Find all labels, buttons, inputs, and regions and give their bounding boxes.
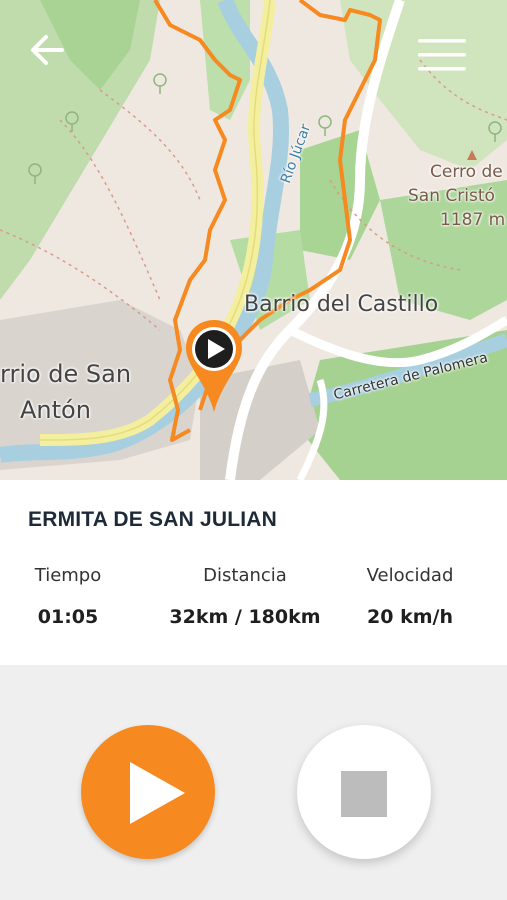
speed-value: 20 km/h	[367, 606, 453, 628]
barrio-castillo-label: Barrio del Castillo	[244, 292, 439, 317]
time-value: 01:05	[37, 606, 99, 628]
cerro-label-1: Cerro de	[430, 162, 503, 182]
stop-icon	[341, 771, 387, 817]
cerro-label-2: San Cristó	[408, 186, 495, 206]
hamburger-menu-icon	[418, 39, 466, 71]
stop-button[interactable]	[297, 725, 431, 859]
distance-value: 32km / 180km	[169, 606, 321, 628]
back-button[interactable]	[26, 30, 70, 70]
barrio-san-anton-label-2: Antón	[20, 396, 91, 424]
time-label: Tiempo	[34, 565, 102, 586]
stat-distance: Distancia 32km / 180km	[150, 565, 340, 628]
barrio-san-anton-label-1: rrio de San	[0, 360, 132, 388]
playback-controls	[0, 665, 507, 900]
route-info-panel: ERMITA DE SAN JULIAN Tiempo 01:05 Distan…	[0, 480, 507, 665]
play-icon	[130, 762, 185, 824]
speed-label: Velocidad	[366, 565, 454, 586]
stat-time: Tiempo 01:05	[20, 565, 116, 628]
map-marker-play-icon	[186, 320, 242, 412]
arrow-left-icon	[31, 35, 64, 65]
menu-button[interactable]	[416, 36, 470, 74]
play-button[interactable]	[81, 725, 215, 859]
current-position-marker[interactable]	[184, 318, 244, 414]
route-map[interactable]: Río Júcar Barrio del Castillo rrio de Sa…	[0, 0, 507, 480]
route-title: ERMITA DE SAN JULIAN	[28, 508, 278, 531]
distance-label: Distancia	[203, 565, 287, 586]
stat-speed: Velocidad 20 km/h	[350, 565, 470, 628]
cerro-elevation-label: 1187 m	[440, 210, 506, 230]
